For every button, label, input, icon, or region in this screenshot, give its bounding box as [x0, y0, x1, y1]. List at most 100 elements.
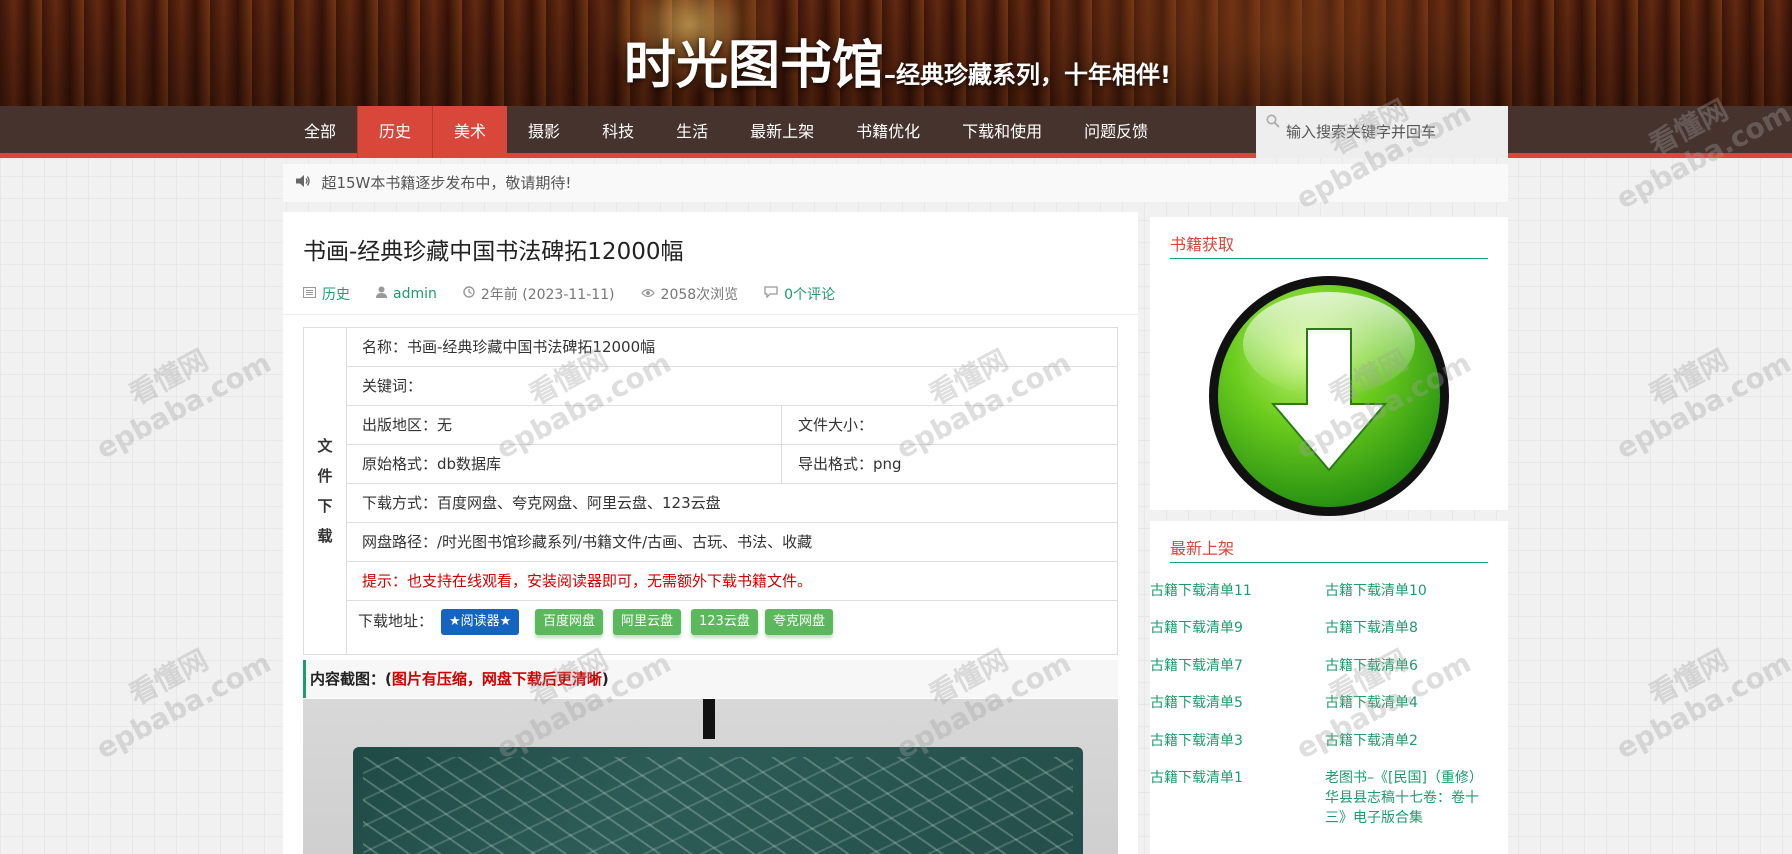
nav-menu: 全部 历史 美术 摄影 科技 生活 最新上架 书籍优化 下载和使用 问题反馈 [283, 106, 1169, 158]
latest-item[interactable]: 古籍下载清单1 [1150, 768, 1243, 788]
latest-item[interactable]: 古籍下载清单11 [1150, 581, 1252, 601]
latest-item[interactable]: 古籍下载清单6 [1325, 656, 1418, 676]
site-slogan: –经典珍藏系列，十年相伴! [884, 61, 1171, 89]
quark-pan-button[interactable]: 夸克网盘 [765, 609, 834, 635]
site-title-text[interactable]: 时光图书馆 [624, 36, 884, 96]
content-screenshot-image [303, 699, 1118, 854]
side-char: 载 [317, 527, 333, 545]
notice-text: 超15W本书籍逐步发布中，敬请期待! [321, 174, 572, 192]
watermark: 看懂网 epbaba.com [76, 319, 277, 466]
nav-item-history[interactable]: 历史 [357, 106, 433, 158]
info-row-method: 下载方式：百度网盘、夸克网盘、阿里云盘、123云盘 [347, 484, 1117, 523]
info-name: 名称：书画-经典珍藏中国书法碑拓12000幅 [362, 338, 656, 356]
pan-123-button[interactable]: 123云盘 [691, 609, 758, 635]
watermark: 看懂网 epbaba.com [76, 619, 277, 766]
download-icon[interactable] [1207, 274, 1451, 522]
nav-item-photography[interactable]: 摄影 [507, 106, 581, 158]
info-row-path: 网盘路径：/时光图书馆珍藏系列/书籍文件/古画、古玩、书法、收藏 [347, 523, 1117, 562]
side-char: 件 [317, 467, 333, 485]
watermark-line1: 看懂网 [123, 643, 214, 712]
content-head-highlight: 图片有压缩，网盘下载后更清晰 [391, 670, 602, 688]
search-icon [1266, 114, 1280, 132]
info-region: 出版地区：无 [362, 416, 453, 434]
latest-item[interactable]: 古籍下载清单4 [1325, 693, 1418, 713]
meta-views: 2058次浏览 [660, 287, 739, 303]
watermark-line2: epbaba.com [1610, 345, 1792, 466]
nav-item-download-usage[interactable]: 下载和使用 [941, 106, 1063, 158]
widget-get-books: 书籍获取 [1150, 217, 1508, 516]
watermark: 看懂网 epbaba.com [1596, 619, 1792, 766]
stele-rubbing [353, 747, 1083, 854]
latest-item[interactable]: 老图书–《[民国]（重修）华县县志稿十七卷：卷十三》电子版合集 [1325, 768, 1485, 828]
baidu-pan-button[interactable]: 百度网盘 [535, 609, 604, 635]
nav-item-latest[interactable]: 最新上架 [729, 106, 835, 158]
aliyun-pan-button[interactable]: 阿里云盘 [613, 609, 682, 635]
article-title: 书画-经典珍藏中国书法碑拓12000幅 [303, 239, 684, 265]
site-title[interactable]: 时光图书馆–经典珍藏系列，十年相伴! [624, 36, 1171, 105]
clock-icon [463, 286, 475, 302]
latest-item[interactable]: 古籍下载清单5 [1150, 693, 1243, 713]
widget-title-get-books: 书籍获取 [1170, 231, 1488, 259]
meta-time: 2年前 (2023-11-11) [480, 287, 615, 303]
search-input[interactable] [1286, 106, 1501, 158]
widget-title-latest: 最新上架 [1170, 535, 1488, 563]
download-side-label: 文 件 下 载 [304, 328, 347, 654]
info-keywords: 关键词： [362, 377, 423, 395]
watermark-line1: 看懂网 [123, 343, 214, 412]
info-row-name: 名称：书画-经典珍藏中国书法碑拓12000幅 [347, 328, 1117, 367]
eye-icon [640, 287, 655, 302]
info-tip: 提示：也支持在线观看，安装阅读器即可，无需额外下载书籍文件。 [362, 572, 813, 590]
side-char: 文 [317, 437, 333, 455]
article-card: 书画-经典珍藏中国书法碑拓12000幅 历史 admin 2年前 (2023-1… [283, 212, 1138, 854]
nav-item-feedback[interactable]: 问题反馈 [1063, 106, 1169, 158]
search-box [1256, 106, 1508, 158]
nav-item-art[interactable]: 美术 [432, 106, 508, 158]
watermark-line2: epbaba.com [90, 645, 277, 766]
comment-icon [764, 286, 778, 302]
latest-item[interactable]: 古籍下载清单7 [1150, 656, 1243, 676]
meta-divider [283, 314, 1138, 315]
info-path: 网盘路径：/时光图书馆珍藏系列/书籍文件/古画、古玩、书法、收藏 [362, 533, 813, 551]
meta-author-link[interactable]: admin [393, 286, 437, 302]
meta-category-link[interactable]: 历史 [322, 284, 350, 304]
info-row-keywords: 关键词： [347, 367, 1117, 406]
speaker-icon [295, 175, 315, 192]
watermark-line2: epbaba.com [90, 345, 277, 466]
watermark: 看懂网 epbaba.com [1596, 319, 1792, 466]
reader-button[interactable]: ★阅读器★ [441, 609, 520, 635]
info-orig-format: 原始格式：db数据库 [362, 455, 502, 473]
info-export-format: 导出格式：png [781, 445, 902, 483]
nav-item-life[interactable]: 生活 [655, 106, 729, 158]
latest-item[interactable]: 古籍下载清单9 [1150, 618, 1243, 638]
notice-bar: 超15W本书籍逐步发布中，敬请期待! [283, 164, 1508, 202]
user-icon [376, 286, 387, 302]
content-head-prefix: 内容截图：( [310, 670, 392, 688]
side-char: 下 [317, 497, 333, 515]
info-row-tip: 提示：也支持在线观看，安装阅读器即可，无需额外下载书籍文件。 [347, 562, 1117, 601]
latest-item[interactable]: 古籍下载清单2 [1325, 731, 1418, 751]
content-screenshot-heading: 内容截图：(图片有压缩，网盘下载后更清晰) [303, 660, 1118, 698]
watermark-line1: 看懂网 [1643, 643, 1734, 712]
info-file-size: 文件大小： [781, 406, 873, 444]
scroll-hanger [703, 699, 715, 739]
info-row-download-links: 下载地址： ★阅读器★ 百度网盘 阿里云盘 123云盘 夸克网盘 [347, 601, 1117, 654]
widget-latest: 最新上架 古籍下载清单11 古籍下载清单10 古籍下载清单9 古籍下载清单8 古… [1150, 521, 1508, 854]
nav-item-technology[interactable]: 科技 [581, 106, 655, 158]
nav-item-all[interactable]: 全部 [283, 106, 357, 158]
latest-item[interactable]: 古籍下载清单3 [1150, 731, 1243, 751]
watermark-line2: epbaba.com [1610, 645, 1792, 766]
category-icon [303, 286, 316, 302]
info-method: 下载方式：百度网盘、夸克网盘、阿里云盘、123云盘 [362, 494, 721, 512]
latest-item[interactable]: 古籍下载清单10 [1325, 581, 1427, 601]
info-row-formats: 原始格式：db数据库 导出格式：png [347, 445, 1117, 484]
article-meta: 历史 admin 2年前 (2023-11-11) 2058次浏览 0个评论 [303, 284, 861, 304]
latest-item[interactable]: 古籍下载清单8 [1325, 618, 1418, 638]
download-info-table: 文 件 下 载 名称：书画-经典珍藏中国书法碑拓12000幅 关键词： 出版地区… [303, 327, 1118, 655]
download-label: 下载地址： [358, 612, 434, 630]
nav-item-optimize[interactable]: 书籍优化 [835, 106, 941, 158]
watermark-line1: 看懂网 [1643, 343, 1734, 412]
info-row-region-size: 出版地区：无 文件大小： [347, 406, 1117, 445]
main-nav: 全部 历史 美术 摄影 科技 生活 最新上架 书籍优化 下载和使用 问题反馈 [0, 106, 1792, 158]
meta-comments-link[interactable]: 0个评论 [784, 284, 835, 304]
content-head-suffix: ) [601, 670, 609, 688]
